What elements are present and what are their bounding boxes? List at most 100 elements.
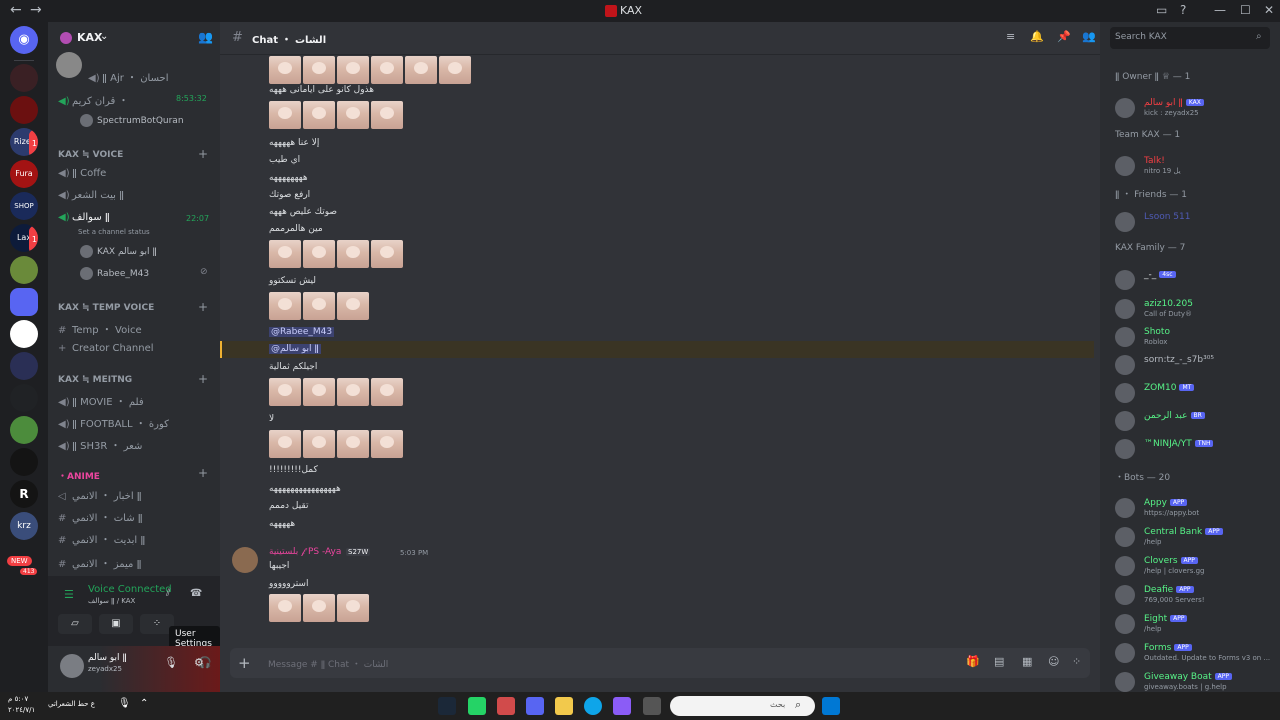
tray-chevron-icon[interactable]: ⌃ bbox=[140, 698, 148, 709]
back-icon[interactable]: ← bbox=[10, 2, 22, 18]
add-channel-icon[interactable]: + bbox=[198, 466, 208, 480]
steam-icon[interactable] bbox=[438, 697, 456, 715]
member-item[interactable]: Deafie APP 769,000 Servers! bbox=[1115, 583, 1275, 607]
server-icon[interactable] bbox=[10, 320, 38, 348]
member-item[interactable]: Clovers APP/help | clovers.gg bbox=[1115, 554, 1275, 578]
member-item[interactable]: ابو سالم ǁ KAX kick : zeyadx25 bbox=[1115, 96, 1275, 120]
file-explorer-icon[interactable] bbox=[555, 697, 573, 715]
server-krz[interactable]: krz bbox=[10, 512, 38, 540]
voice-connected-title[interactable]: Voice Connected bbox=[88, 584, 172, 595]
threads-icon[interactable]: ≡ bbox=[1006, 30, 1015, 43]
gif-icon[interactable]: ▤ bbox=[994, 655, 1004, 668]
voice-connected-sub[interactable]: سوالف ǁ / KAX bbox=[88, 597, 135, 605]
task-view-icon[interactable] bbox=[643, 697, 661, 715]
folder-icon[interactable] bbox=[10, 288, 38, 316]
server-icon[interactable] bbox=[10, 448, 38, 476]
member-item[interactable]: Talk! nitro 19 يل bbox=[1115, 154, 1275, 178]
search-box[interactable]: Search KAX ⌕ bbox=[1110, 27, 1270, 49]
mention-abu-salem[interactable]: @ابو سالم ǁ bbox=[269, 344, 321, 354]
member-item[interactable]: Eight APP/help bbox=[1115, 612, 1275, 636]
channel-coffe[interactable]: ◀) ǁ Coffe bbox=[58, 168, 106, 179]
server-icon[interactable] bbox=[10, 64, 38, 92]
avatar[interactable] bbox=[232, 547, 258, 573]
invite-icon[interactable]: 👥 bbox=[198, 30, 213, 44]
member-item[interactable]: عبد الرحمن BR bbox=[1115, 409, 1275, 433]
channel-quran[interactable]: ◀) قران كريم ・ bbox=[58, 92, 129, 107]
member-item[interactable]: aziz10.205 Call of Duty® bbox=[1115, 297, 1275, 321]
server-fura[interactable]: Fura bbox=[10, 160, 38, 188]
member-item[interactable]: _-_ 4sc bbox=[1115, 268, 1275, 292]
member-item[interactable]: Forms APP Outdated. Update to Forms v3 on … bbox=[1115, 641, 1275, 665]
channel-temp-voice[interactable]: # Temp ・ Voice bbox=[58, 321, 142, 336]
channel-football[interactable]: ◀) ǁ FOOTBALL ・ كورة bbox=[58, 415, 169, 430]
member-item[interactable]: sorn:tz_-_s7b³⁰⁵ bbox=[1115, 353, 1275, 377]
discord-icon[interactable] bbox=[526, 697, 544, 715]
message-input[interactable]: Message # ǁ Chat ・ الشات bbox=[268, 657, 388, 670]
copilot-icon[interactable] bbox=[613, 697, 631, 715]
server-r[interactable]: R bbox=[10, 480, 38, 508]
server-icon[interactable] bbox=[10, 256, 38, 284]
channel-poetry[interactable]: ◀) بيت الشعر ǁ bbox=[58, 190, 124, 201]
guild-header[interactable]: KAX ⌄ 👥 bbox=[48, 22, 220, 52]
steam-overlay-icon[interactable] bbox=[56, 52, 82, 78]
mention-rabee[interactable]: @Rabee_M43 bbox=[269, 327, 335, 337]
gear-icon[interactable]: ⚙ bbox=[194, 656, 204, 669]
screen-share-button[interactable]: ▣ bbox=[99, 614, 133, 634]
channel-anime-memes[interactable]: # ميمز ・ الانمي ǁ bbox=[58, 555, 142, 570]
channel-anime-chat[interactable]: # شات ・ الانمي ǁ bbox=[58, 509, 143, 524]
discord-home-icon[interactable]: ◉ bbox=[10, 26, 38, 54]
message-composer[interactable]: + Message # ǁ Chat ・ الشات 🎁 ▤ ▦ ☺ ⁘ bbox=[230, 648, 1090, 678]
minimize-button[interactable]: — bbox=[1214, 3, 1226, 17]
search-input[interactable]: Search KAX bbox=[1115, 32, 1167, 42]
channel-anime-news[interactable]: ◁ اخبار ・ الانمي ǁ bbox=[58, 487, 142, 502]
gift-icon[interactable]: 🎁 bbox=[966, 655, 980, 668]
avatar[interactable] bbox=[60, 654, 84, 678]
add-channel-icon[interactable]: + bbox=[198, 147, 208, 161]
member-item[interactable]: ZOM10 MT bbox=[1115, 381, 1275, 405]
voice-user[interactable]: Rabee_M43 bbox=[80, 267, 149, 280]
forward-icon[interactable]: → bbox=[30, 2, 42, 18]
maximize-button[interactable]: ☐ bbox=[1240, 3, 1251, 17]
category-voice[interactable]: KAX ≒ VOICE bbox=[58, 150, 123, 160]
noise-suppression-icon[interactable]: ⫽ bbox=[166, 588, 170, 599]
author-name[interactable]: بلستينية 𝒻 PS -Aya bbox=[269, 547, 341, 557]
category-temp-voice[interactable]: KAX ≒ TEMP VOICE bbox=[58, 303, 154, 313]
channel-sawalef[interactable]: ◀) سوالف ǁ bbox=[58, 212, 110, 223]
new-badge[interactable]: NEW bbox=[7, 556, 32, 566]
edge-icon[interactable] bbox=[584, 697, 602, 715]
emoji-icon[interactable]: ☺ bbox=[1048, 655, 1059, 668]
help-icon[interactable]: ? bbox=[1180, 3, 1186, 17]
server-lax[interactable]: Lax 1 bbox=[10, 224, 38, 252]
user-name[interactable]: ابو سالم ǁ bbox=[88, 653, 127, 663]
member-item[interactable]: Lsoon 511 bbox=[1115, 210, 1275, 234]
sticker-icon[interactable]: ▦ bbox=[1022, 655, 1032, 668]
inbox-icon[interactable]: ▭ bbox=[1156, 3, 1167, 17]
voice-user[interactable]: SpectrumBotQuran bbox=[80, 114, 184, 127]
image-attachment-row[interactable] bbox=[269, 56, 473, 87]
add-channel-icon[interactable]: + bbox=[198, 300, 208, 314]
windows-start-icon[interactable] bbox=[822, 697, 840, 715]
member-item[interactable]: Appy APP https://appy.bot bbox=[1115, 496, 1275, 520]
close-button[interactable]: ✕ bbox=[1264, 3, 1274, 17]
image-attachment-row[interactable] bbox=[269, 101, 405, 132]
add-channel-icon[interactable]: + bbox=[198, 372, 208, 386]
image-attachment-row[interactable] bbox=[269, 594, 371, 625]
taskbar-search-input[interactable]: بحث bbox=[770, 700, 785, 709]
server-icon[interactable] bbox=[10, 416, 38, 444]
microphone-icon[interactable]: 🎙 bbox=[164, 656, 178, 669]
pin-icon[interactable]: 📌 bbox=[1057, 30, 1071, 43]
taskbar-search[interactable]: بحث ⌕ bbox=[670, 696, 815, 716]
server-icon[interactable] bbox=[10, 96, 38, 124]
server-rizer[interactable]: Rizer 1 bbox=[10, 128, 38, 156]
channel-status-hint[interactable]: Set a channel status bbox=[78, 228, 150, 236]
members-icon[interactable]: 👥 bbox=[1082, 30, 1096, 43]
channel-anime-update[interactable]: # ابديت ・ الانمي ǁ bbox=[58, 531, 145, 546]
whatsapp-icon[interactable] bbox=[468, 697, 486, 715]
voice-user[interactable]: KAX ابو سالم ǁ bbox=[80, 245, 157, 258]
server-icon[interactable] bbox=[10, 384, 38, 412]
image-attachment-row[interactable] bbox=[269, 430, 405, 461]
image-attachment-row[interactable] bbox=[269, 240, 405, 271]
camera-off-button[interactable]: ▱ bbox=[58, 614, 92, 634]
category-meeting[interactable]: KAX ≒ MEITNG bbox=[58, 375, 132, 385]
server-shop[interactable]: SHOP bbox=[10, 192, 38, 220]
